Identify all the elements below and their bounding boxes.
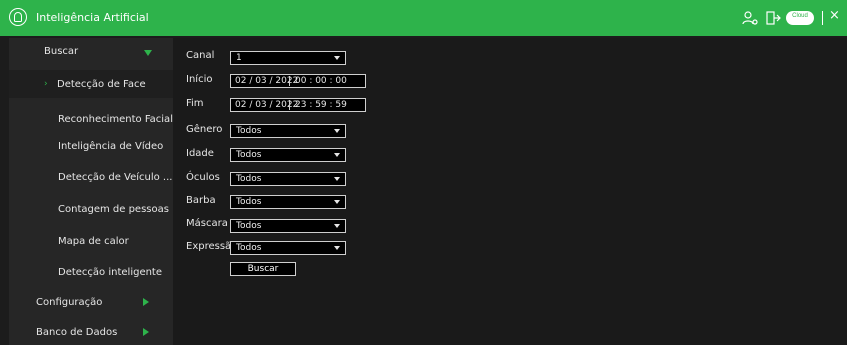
chevron-down-icon (334, 246, 340, 250)
expressao-select[interactable]: Todos (230, 241, 346, 255)
genero-value: Todos (236, 126, 262, 136)
window-title: Inteligência Artificial (36, 11, 149, 24)
sidebar-item-label: Detecção inteligente (58, 267, 163, 278)
ai-brain-icon (9, 8, 27, 26)
sidebar-item-reconhecimento-facial[interactable]: Reconhecimento Facial (9, 106, 173, 132)
canal-select[interactable]: 1 (230, 51, 346, 65)
barba-select[interactable]: Todos (230, 195, 346, 209)
triangle-right-icon (143, 298, 149, 306)
expressao-value: Todos (236, 243, 262, 253)
mascara-value: Todos (236, 221, 262, 231)
sidebar-item-label: Banco de Dados (36, 327, 118, 338)
cloud-label: Cloud (792, 13, 808, 19)
oculos-select[interactable]: Todos (230, 172, 346, 186)
sidebar-item-contagem-pessoas[interactable]: Contagem de pessoas (9, 198, 173, 224)
sidebar: Buscar › Detecção de Face Reconhecimento… (9, 38, 173, 345)
idade-select[interactable]: Todos (230, 148, 346, 162)
genero-select[interactable]: Todos (230, 124, 346, 138)
sidebar-item-deteccao-inteligente[interactable]: Detecção inteligente (9, 261, 173, 287)
sidebar-item-deteccao-veiculo[interactable]: Detecção de Veículo ... (9, 166, 173, 192)
barba-value: Todos (236, 197, 262, 207)
chevron-down-icon (334, 129, 340, 133)
sidebar-item-label: Inteligência de Vídeo (58, 141, 164, 152)
chevron-down-icon (334, 56, 340, 60)
sidebar-item-label: Buscar (44, 46, 79, 57)
fim-time[interactable]: 23 : 59 : 59 (295, 99, 347, 111)
genero-label: Gênero (186, 124, 223, 135)
idade-value: Todos (236, 150, 262, 160)
sidebar-item-configuracao[interactable]: Configuração (9, 290, 173, 316)
chevron-down-icon (334, 153, 340, 157)
sidebar-item-inteligencia-video[interactable]: Inteligência de Vídeo (9, 135, 173, 161)
sidebar-item-label: Configuração (36, 297, 103, 308)
title-separator (822, 11, 823, 25)
canal-value: 1 (236, 53, 242, 63)
inicio-label: Início (186, 74, 213, 85)
chevron-down-icon (334, 200, 340, 204)
canal-label: Canal (186, 50, 215, 61)
sidebar-item-label: Contagem de pessoas (58, 204, 169, 215)
logout-icon[interactable] (764, 9, 782, 27)
cloud-button[interactable]: Cloud (786, 11, 814, 25)
chevron-down-icon (334, 224, 340, 228)
sidebar-item-banco-dados[interactable]: Banco de Dados (9, 321, 173, 345)
sidebar-item-label: Detecção de Face (57, 79, 146, 90)
mascara-label: Máscara (186, 218, 228, 229)
oculos-value: Todos (236, 174, 262, 184)
sidebar-item-label: Mapa de calor (58, 236, 129, 247)
close-icon[interactable]: × (829, 8, 840, 23)
sidebar-item-mapa-calor[interactable]: Mapa de calor (9, 230, 173, 256)
sidebar-item-label: Detecção de Veículo ... (58, 172, 173, 183)
idade-label: Idade (186, 148, 214, 159)
chevron-right-icon: › (44, 79, 48, 89)
sidebar-item-deteccao-face[interactable]: › Detecção de Face (9, 70, 173, 98)
fim-datetime-field[interactable]: 02 / 03 / 2022 23 : 59 : 59 (230, 98, 366, 112)
triangle-right-icon (143, 328, 149, 336)
sidebar-item-label: Reconhecimento Facial (58, 114, 173, 125)
datetime-divider (289, 100, 290, 110)
user-settings-icon[interactable] (741, 9, 759, 27)
title-bar: Inteligência Artificial Cloud × (0, 0, 847, 36)
oculos-label: Óculos (186, 172, 220, 183)
buscar-button[interactable]: Buscar (230, 262, 296, 276)
datetime-divider (289, 76, 290, 86)
mascara-select[interactable]: Todos (230, 219, 346, 233)
inicio-datetime-field[interactable]: 02 / 03 / 2022 00 : 00 : 00 (230, 74, 366, 88)
inicio-time[interactable]: 00 : 00 : 00 (295, 75, 347, 87)
fim-label: Fim (186, 98, 204, 109)
triangle-down-icon (144, 50, 152, 56)
sidebar-item-buscar[interactable]: Buscar (9, 38, 173, 62)
barba-label: Barba (186, 195, 216, 206)
chevron-down-icon (334, 177, 340, 181)
